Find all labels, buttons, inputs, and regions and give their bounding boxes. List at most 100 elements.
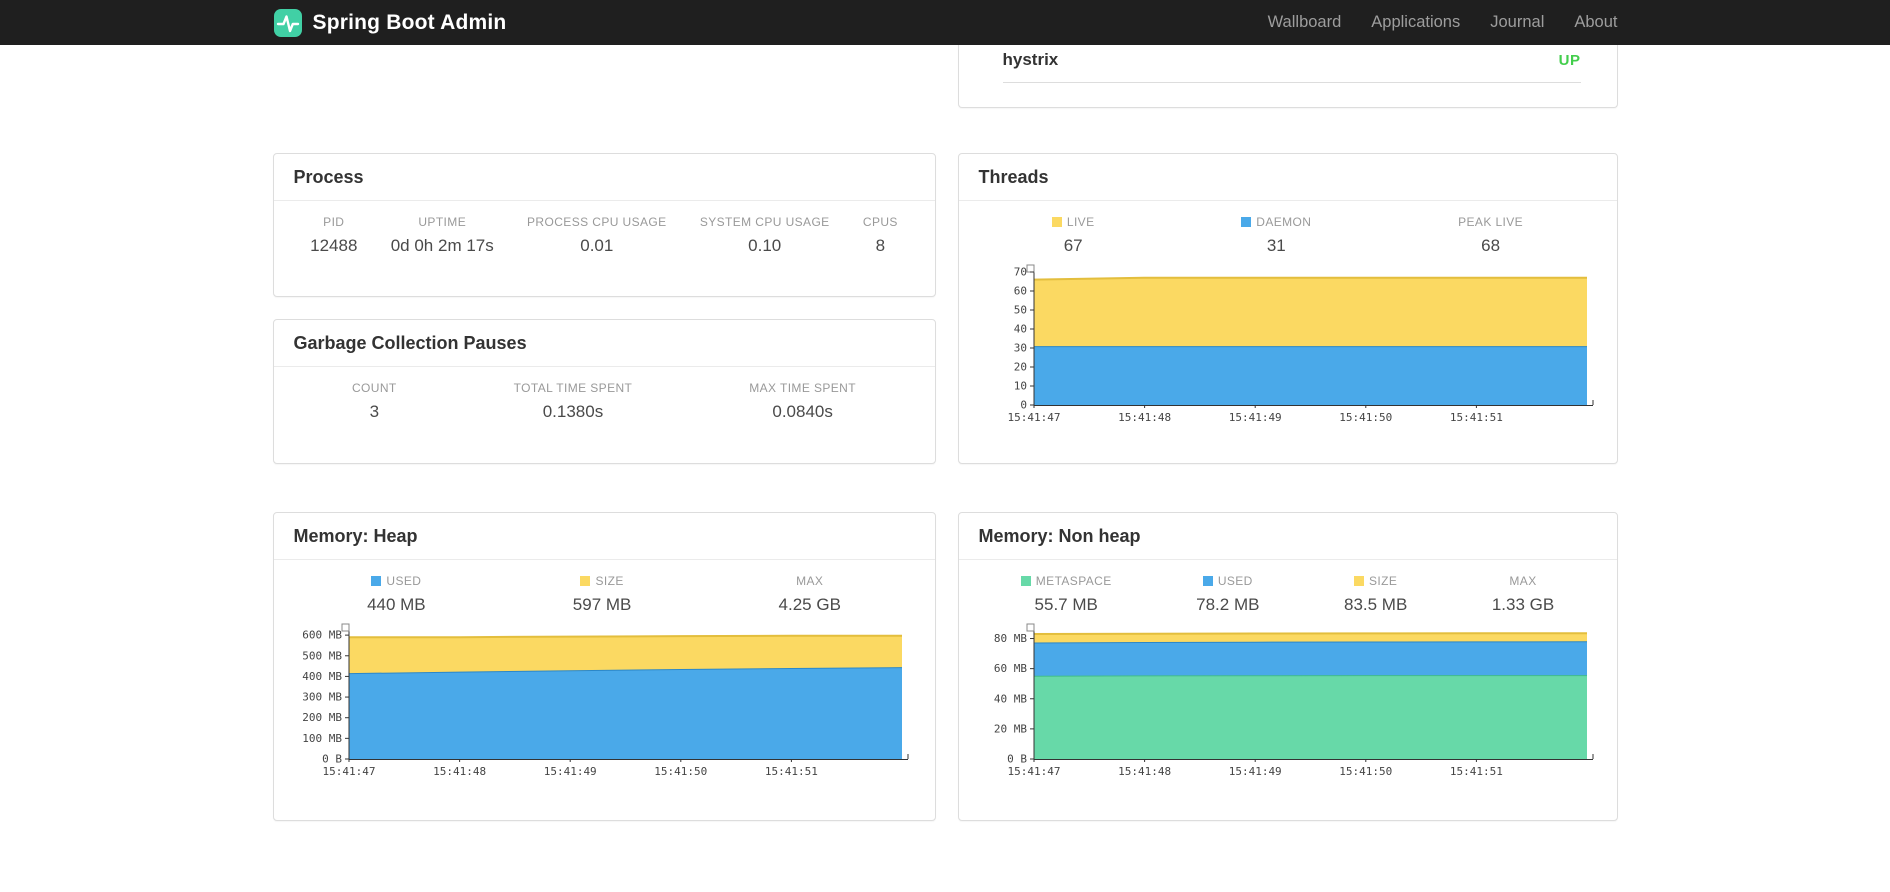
stat-label: COUNT (351, 381, 397, 395)
svg-text:60: 60 (1013, 285, 1026, 298)
svg-text:600 MB: 600 MB (302, 629, 342, 642)
memory-nonheap-chart: 0 B 20 MB 40 MB 60 MB 80 MB 15:41:47 15:41:48 1… (993, 623, 1593, 778)
stat-threads-daemon: DAEMON 31 (1241, 215, 1311, 256)
stat-system-cpu-usage: SYSTEM CPU USAGE 0.10 (700, 215, 830, 256)
stat-label: PID (323, 215, 345, 229)
svg-text:15:41:49: 15:41:49 (1228, 411, 1281, 424)
svg-text:15:41:48: 15:41:48 (433, 765, 486, 778)
svg-text:15:41:47: 15:41:47 (1007, 765, 1060, 778)
stat-label: MAX (1509, 574, 1537, 588)
application-name-link[interactable]: hystrix (1003, 50, 1059, 70)
stat-label: DAEMON (1256, 215, 1312, 229)
svg-text:200 MB: 200 MB (302, 711, 342, 724)
svg-text:20 MB: 20 MB (993, 722, 1026, 735)
stat-nonheap-size: SIZE 83.5 MB (1344, 574, 1407, 615)
svg-text:15:41:51: 15:41:51 (765, 765, 818, 778)
threads-legend: LIVE 67 DAEMON 31 PEAK LIVE 68 (959, 201, 1617, 256)
gc-panel-title: Garbage Collection Pauses (273, 320, 935, 367)
size-legend-swatch (1354, 576, 1364, 586)
nav-item-about[interactable]: About (1574, 13, 1617, 32)
svg-text:15:41:51: 15:41:51 (1449, 765, 1502, 778)
nav-item-journal[interactable]: Journal (1490, 13, 1544, 32)
svg-text:15:41:50: 15:41:50 (1339, 765, 1392, 778)
process-stats: PID 12488 UPTIME 0d 0h 2m 17s PROCESS CP… (274, 201, 935, 256)
stat-label: USED (1217, 574, 1253, 588)
live-legend-swatch (1051, 217, 1062, 227)
stat-value: 55.7 MB (1034, 595, 1098, 614)
brand[interactable]: Spring Boot Admin (273, 8, 507, 38)
threads-panel: Threads LIVE 67 DAEMON 31 PEAK LIVE 68 0… (957, 153, 1618, 464)
app-title: Spring Boot Admin (312, 10, 507, 34)
svg-text:70: 70 (1013, 266, 1026, 279)
svg-text:100 MB: 100 MB (302, 732, 342, 745)
main-content: Process PID 12488 UPTIME 0d 0h 2m 17s PR… (272, 45, 1618, 821)
stat-gc-total-time: TOTAL TIME SPENT 0.1380s (514, 381, 633, 422)
stat-nonheap-used: USED 78.2 MB (1196, 574, 1259, 615)
svg-text:15:41:49: 15:41:49 (1228, 765, 1281, 778)
svg-text:0 B: 0 B (1007, 753, 1027, 766)
stat-label: UPTIME (418, 215, 467, 229)
stat-value: 12488 (310, 236, 358, 255)
stat-pid: PID 12488 (310, 215, 357, 256)
stat-value: 4.25 GB (778, 595, 841, 614)
stat-label: LIVE (1066, 215, 1095, 229)
svg-text:15:41:48: 15:41:48 (1118, 411, 1171, 424)
stat-threads-peak-live: PEAK LIVE 68 (1458, 215, 1523, 256)
process-panel: Process PID 12488 UPTIME 0d 0h 2m 17s PR… (272, 153, 936, 297)
svg-text:50: 50 (1013, 304, 1026, 317)
svg-text:15:41:51: 15:41:51 (1449, 411, 1502, 424)
svg-text:15:41:47: 15:41:47 (323, 765, 376, 778)
stat-value: 0.01 (580, 236, 614, 255)
svg-text:15:41:50: 15:41:50 (1339, 411, 1392, 424)
stat-value: 31 (1266, 236, 1286, 255)
gc-pauses-panel: Garbage Collection Pauses COUNT 3 TOTAL … (272, 319, 936, 464)
stat-process-cpu-usage: PROCESS CPU USAGE 0.01 (527, 215, 667, 256)
stat-nonheap-metaspace: METASPACE 55.7 MB (1020, 574, 1112, 615)
stat-value: 83.5 MB (1343, 595, 1408, 614)
svg-text:300 MB: 300 MB (302, 691, 342, 704)
metaspace-legend-swatch (1020, 576, 1031, 586)
used-legend-swatch (371, 576, 382, 586)
stat-label: TOTAL TIME SPENT (513, 381, 633, 395)
top-navbar: Spring Boot Admin Wallboard Applications… (0, 0, 1890, 45)
stat-nonheap-max: MAX 1.33 GB (1492, 574, 1554, 615)
svg-text:40: 40 (1013, 323, 1026, 336)
stat-heap-max: MAX 4.25 GB (779, 574, 841, 615)
stat-value: 8 (875, 236, 886, 255)
stat-value: 0.10 (748, 236, 782, 255)
stat-label: CPUS (862, 215, 898, 229)
svg-text:10: 10 (1013, 380, 1026, 393)
stat-label: SYSTEM CPU USAGE (699, 215, 830, 229)
threads-chart: 0 10 20 30 40 50 60 70 15:41:47 15:41:48 15:41:49 1… (1007, 264, 1593, 424)
svg-text:400 MB: 400 MB (302, 670, 342, 683)
nav-item-wallboard[interactable]: Wallboard (1268, 13, 1342, 32)
stat-value: 1.33 GB (1491, 595, 1555, 614)
gc-stats: COUNT 3 TOTAL TIME SPENT 0.1380s MAX TIM… (274, 367, 935, 422)
memory-nonheap-panel-title: Memory: Non heap (958, 513, 1617, 560)
stat-label: MAX (796, 574, 824, 588)
svg-text:80 MB: 80 MB (993, 632, 1026, 645)
stat-label: SIZE (1369, 574, 1398, 588)
stat-value: 0.1380s (542, 402, 604, 421)
svg-text:20: 20 (1013, 361, 1026, 374)
memory-nonheap-panel: Memory: Non heap METASPACE 55.7 MB USED (957, 512, 1618, 821)
svg-text:30: 30 (1013, 342, 1026, 355)
process-panel-title: Process (273, 154, 935, 201)
stat-label: METASPACE (1035, 574, 1112, 588)
stat-gc-count: COUNT 3 (352, 381, 397, 422)
nav-item-applications[interactable]: Applications (1371, 13, 1460, 32)
svg-text:0: 0 (1020, 399, 1027, 412)
stat-threads-live: LIVE 67 (1051, 215, 1095, 256)
svg-text:15:41:48: 15:41:48 (1118, 765, 1171, 778)
memory-heap-panel: Memory: Heap USED 440 MB SIZE 597 MB MAX… (272, 512, 936, 821)
stat-value: 78.2 MB (1196, 595, 1260, 614)
right-column: hystrix UP Threads LIVE 67 DAEMON 31 PEA… (957, 45, 1618, 821)
stat-gc-max-time: MAX TIME SPENT 0.0840s (749, 381, 856, 422)
applications-panel-cutoff: hystrix UP (957, 45, 1618, 108)
status-badge: UP (1558, 51, 1581, 69)
stat-value: 597 MB (572, 595, 632, 614)
svg-text:40 MB: 40 MB (993, 692, 1026, 705)
spring-boot-admin-logo-icon (273, 8, 302, 37)
size-legend-swatch (580, 576, 591, 586)
svg-text:15:41:49: 15:41:49 (544, 765, 597, 778)
